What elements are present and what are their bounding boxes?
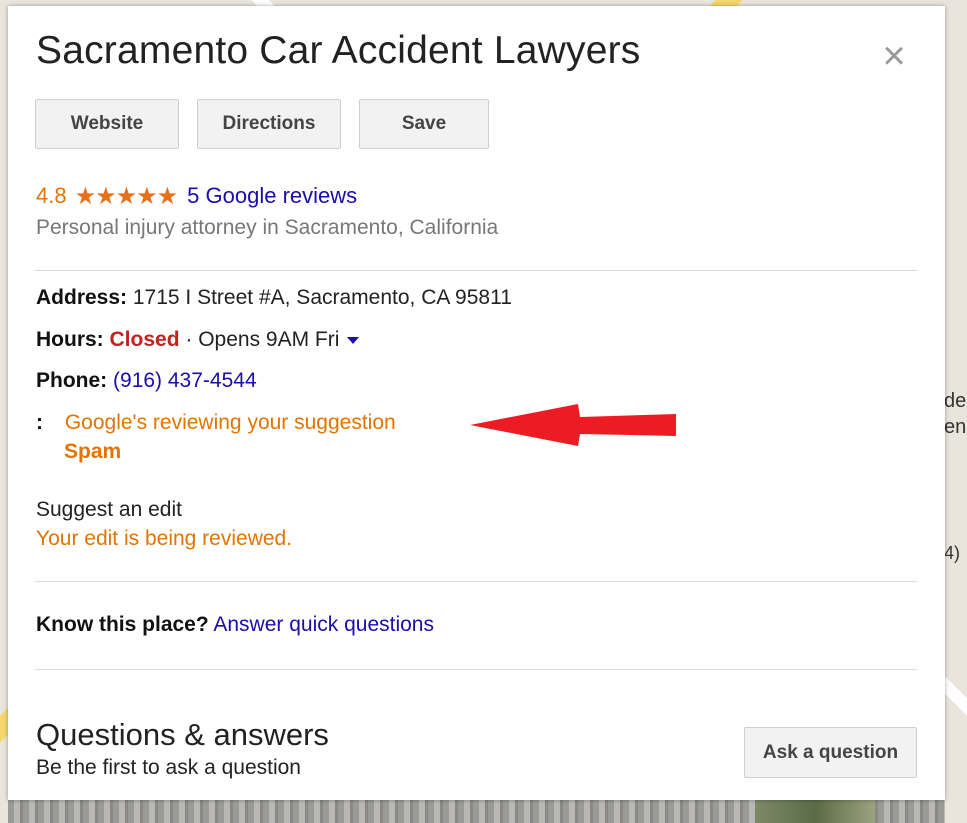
website-button[interactable]: Website — [35, 99, 179, 149]
address-row: Address: 1715 I Street #A, Sacramento, C… — [36, 284, 512, 312]
map-route-badge: 4) — [944, 543, 961, 563]
close-icon[interactable]: × — [874, 36, 914, 76]
suggestion-colon: : — [36, 411, 43, 434]
first-question-link[interactable]: Be the first to ask a question — [36, 754, 301, 782]
place-title: Sacramento Car Accident Lawyers — [36, 29, 641, 72]
phone-label: Phone: — [36, 369, 108, 392]
know-place-label: Know this place? — [36, 613, 209, 636]
address-label: Address: — [36, 286, 128, 309]
address-value: 1715 I Street #A, Sacramento, CA 95811 — [132, 286, 512, 309]
know-place-row: Know this place? Answer quick questions — [36, 611, 434, 639]
suggest-edit-link[interactable]: Suggest an edit — [36, 496, 182, 524]
divider — [35, 270, 917, 271]
map-label: de en — [944, 388, 966, 440]
rating-row: 4.8 ★★★★★ 5 Google reviews — [36, 181, 357, 211]
place-category: Personal injury attorney in Sacramento, … — [36, 216, 499, 239]
suggestion-row: : Google's reviewing your suggestion — [36, 409, 396, 437]
phone-row: Phone: (916) 437-4544 — [36, 367, 257, 395]
place-photo[interactable] — [8, 800, 945, 823]
hours-status: Closed — [109, 328, 180, 351]
hours-row: Hours: Closed · Opens 9AM Fri — [36, 326, 360, 354]
suggestion-reason: Spam — [64, 440, 122, 463]
edit-status: Your edit is being reviewed. — [36, 527, 293, 550]
save-button[interactable]: Save — [359, 99, 489, 149]
ask-question-button[interactable]: Ask a question — [744, 727, 917, 778]
star-rating-icon: ★★★★★ — [74, 182, 179, 210]
suggestion-status: Google's reviewing your suggestion — [64, 411, 396, 434]
hours-label: Hours: — [36, 328, 104, 351]
divider — [35, 669, 917, 670]
map-label-line: de — [944, 390, 967, 412]
rating-score: 4.8 — [36, 183, 67, 208]
phone-link[interactable]: (916) 437-4544 — [113, 369, 257, 392]
red-arrow-icon — [470, 404, 676, 446]
map-label-line: en — [944, 416, 967, 438]
qa-title: Questions & answers — [36, 717, 329, 752]
place-info-card: Sacramento Car Accident Lawyers × Websit… — [8, 6, 945, 800]
divider — [35, 581, 917, 582]
directions-button[interactable]: Directions — [197, 99, 341, 149]
hours-next-open: · Opens 9AM Fri — [185, 328, 340, 351]
answer-questions-link[interactable]: Answer quick questions — [213, 613, 434, 636]
chevron-down-icon[interactable] — [347, 336, 360, 344]
reviews-link[interactable]: 5 Google reviews — [187, 183, 357, 209]
